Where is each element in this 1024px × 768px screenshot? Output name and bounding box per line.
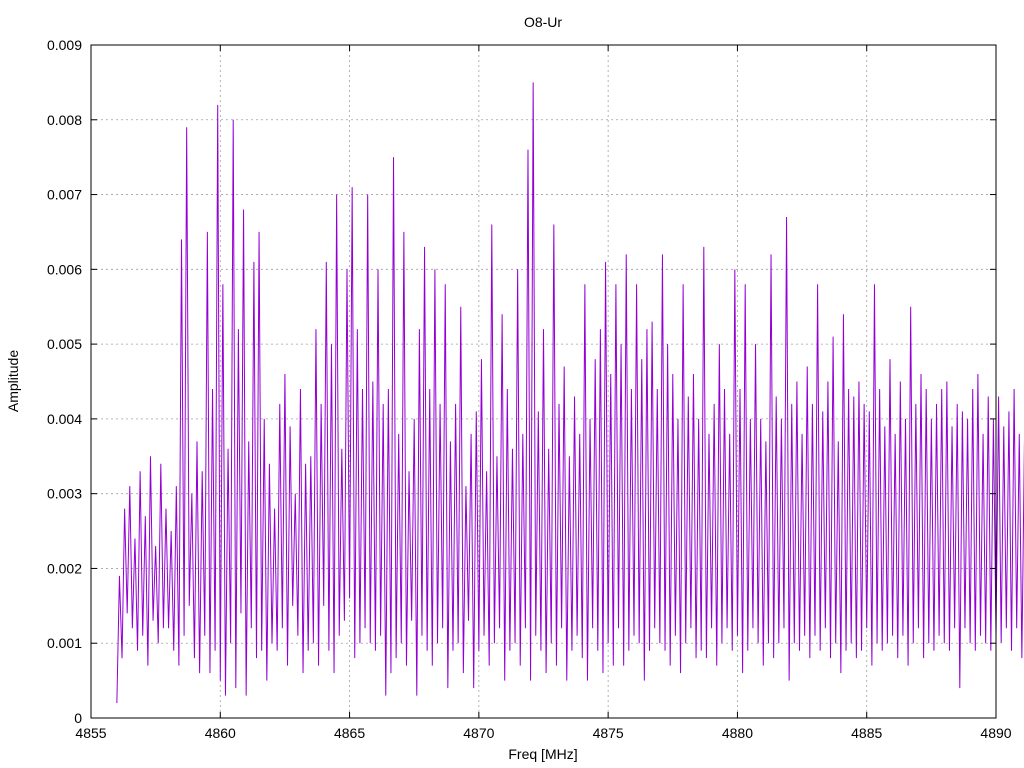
- y-tick-label: 0.003: [47, 486, 82, 502]
- x-tick-label: 4860: [205, 725, 236, 741]
- series-layer: [116, 82, 1024, 704]
- x-tick-label: 4870: [463, 725, 494, 741]
- y-tick-label: 0.005: [47, 336, 82, 352]
- series-line: [116, 82, 1024, 704]
- x-axis-label: Freq [MHz]: [508, 746, 577, 762]
- x-tick-label: 4865: [334, 725, 365, 741]
- y-tick-label: 0.007: [47, 187, 82, 203]
- x-tick-label: 4885: [851, 725, 882, 741]
- x-tick-label: 4890: [980, 725, 1011, 741]
- y-tick-label: 0: [74, 710, 82, 726]
- y-tick-label: 0.004: [47, 411, 82, 427]
- chart-title: O8-Ur: [524, 14, 562, 30]
- y-tick-label: 0.001: [47, 635, 82, 651]
- x-tick-label: 4855: [75, 725, 106, 741]
- x-tick-label: 4875: [593, 725, 624, 741]
- y-tick-label: 0.006: [47, 261, 82, 277]
- y-tick-label: 0.008: [47, 112, 82, 128]
- y-tick-label: 0.009: [47, 37, 82, 53]
- x-tick-label: 4880: [722, 725, 753, 741]
- y-tick-label: 0.002: [47, 560, 82, 576]
- y-axis-label: Amplitude: [5, 350, 21, 412]
- chart: 4855 4860 4865 4870 4875 4880 4885 4890 0 0.001 0.…: [5, 14, 1024, 762]
